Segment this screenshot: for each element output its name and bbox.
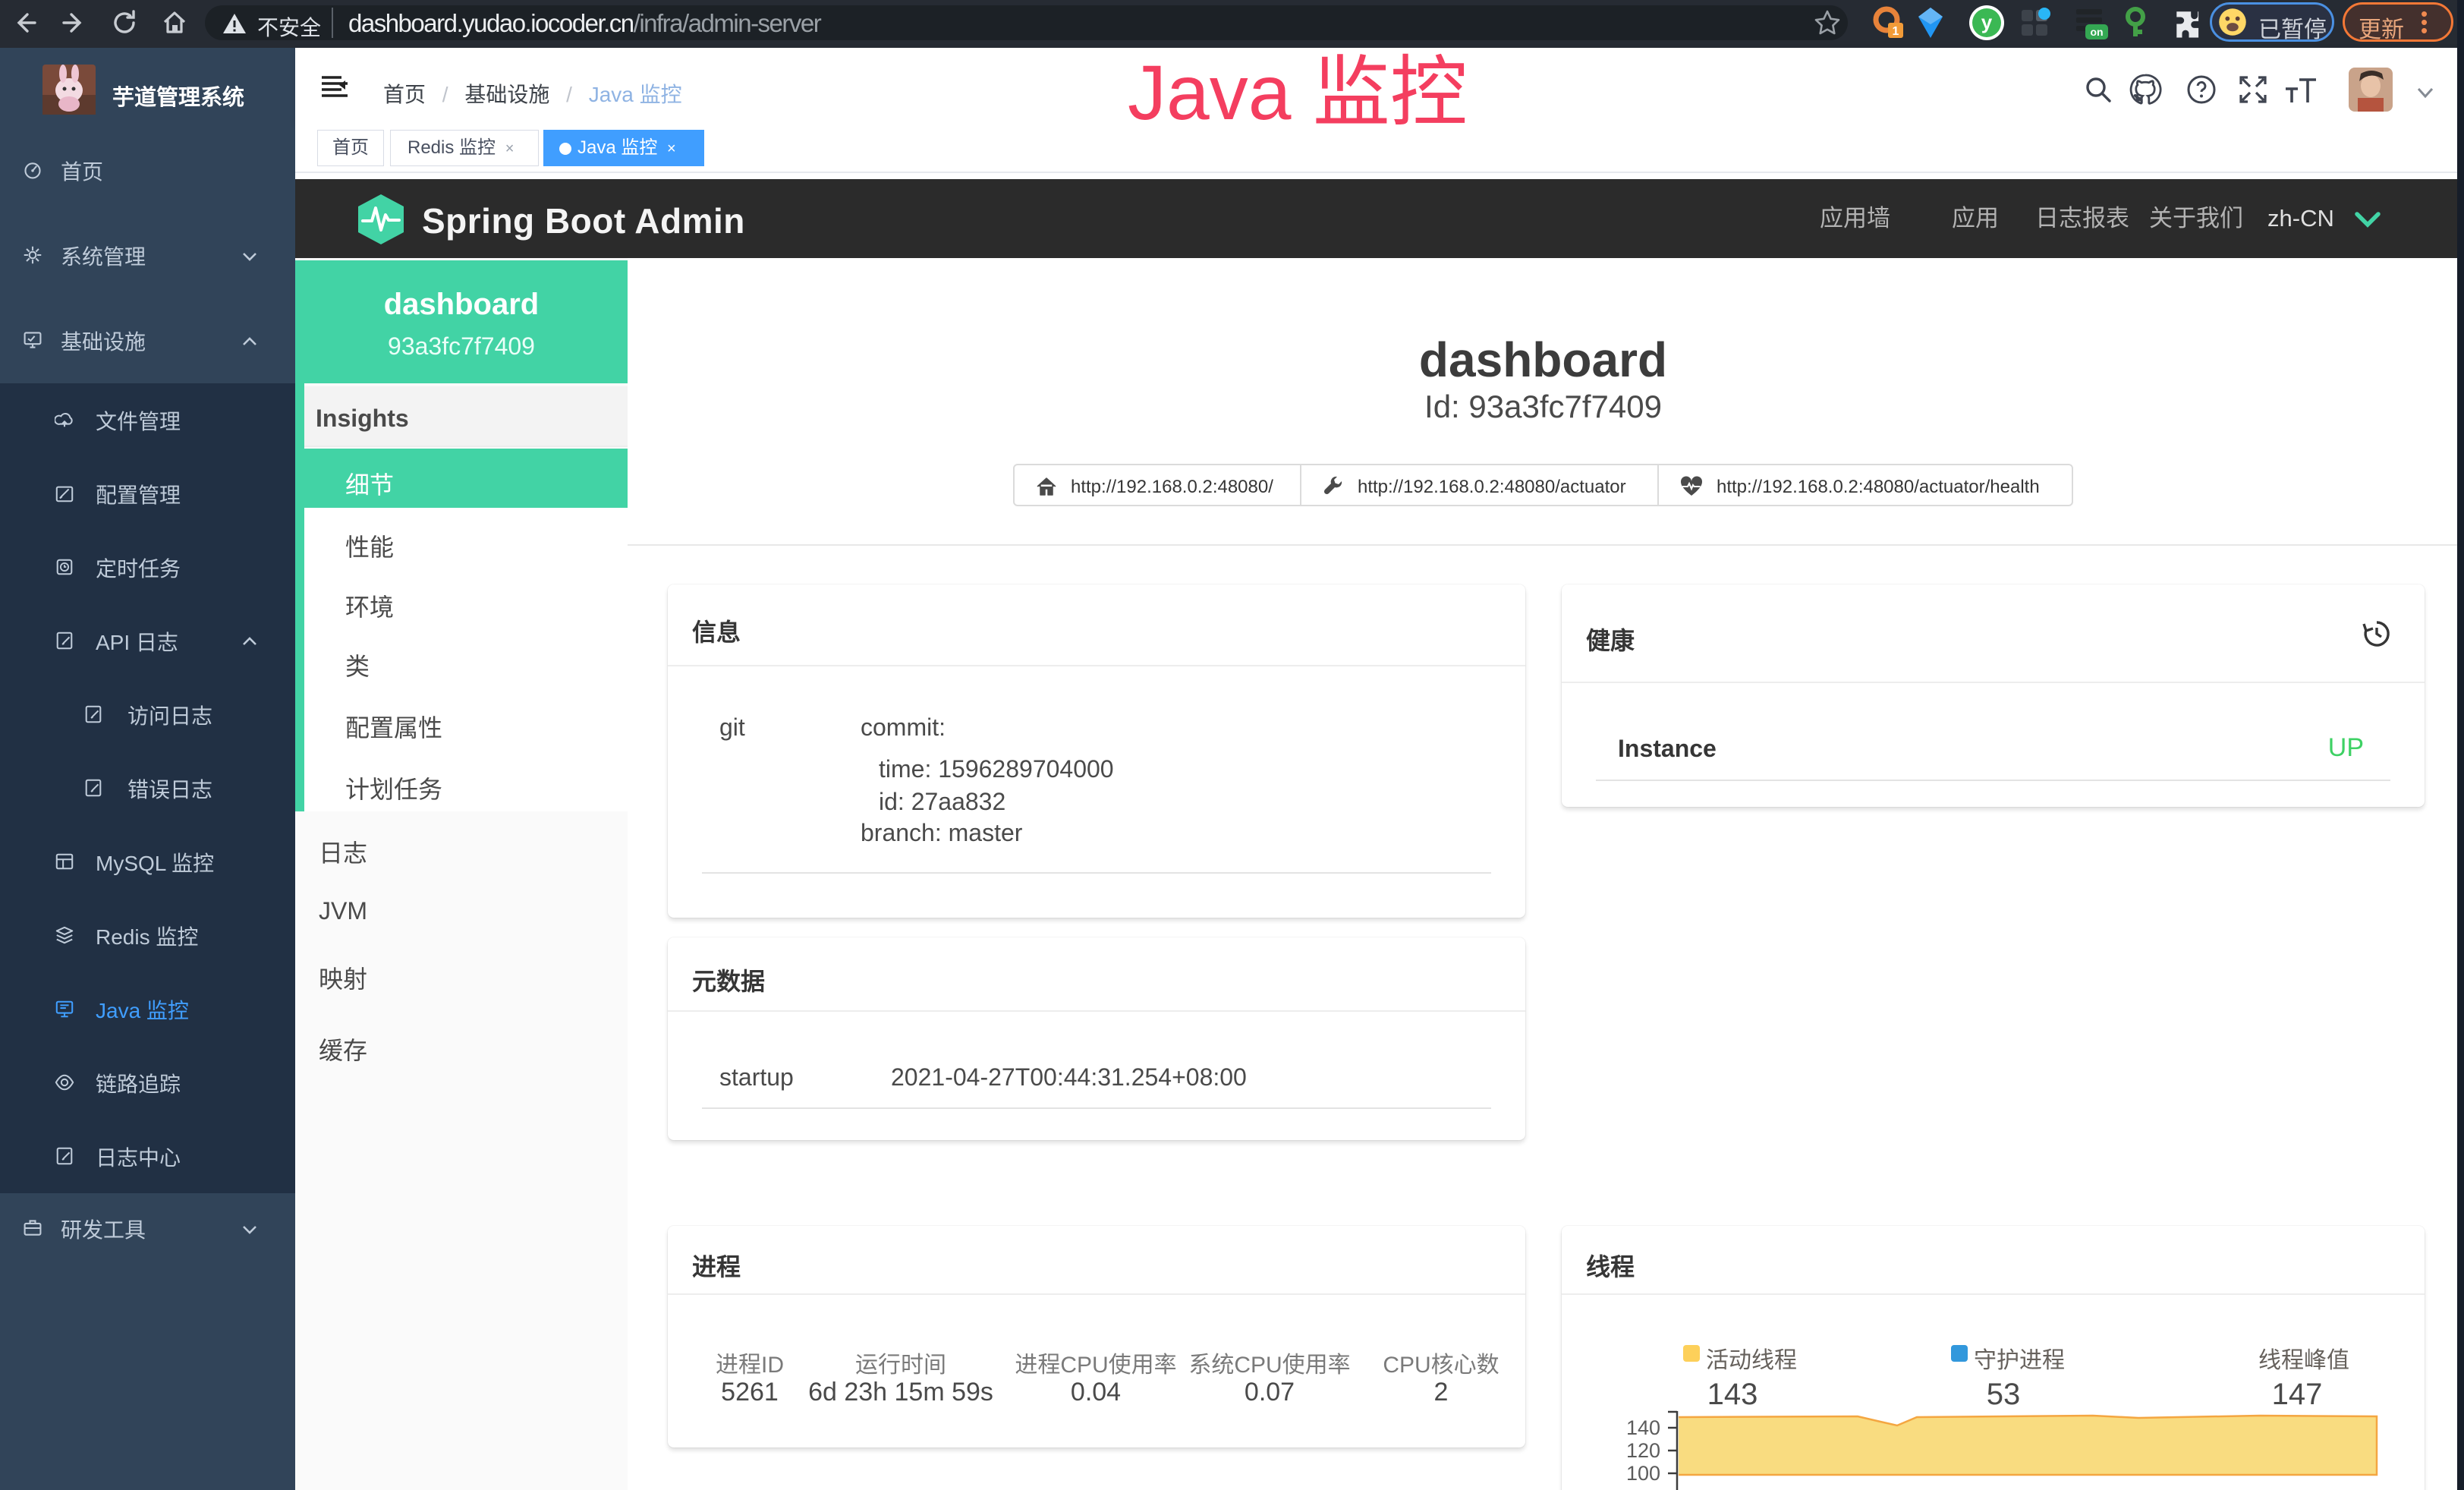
svg-text:y: y bbox=[1981, 11, 1993, 33]
svg-text:100: 100 bbox=[1626, 1462, 1660, 1485]
svg-text:140: 140 bbox=[1626, 1416, 1660, 1439]
svg-text:on: on bbox=[2090, 26, 2103, 38]
svg-text:1: 1 bbox=[1893, 25, 1899, 38]
svg-text:120: 120 bbox=[1626, 1439, 1660, 1462]
